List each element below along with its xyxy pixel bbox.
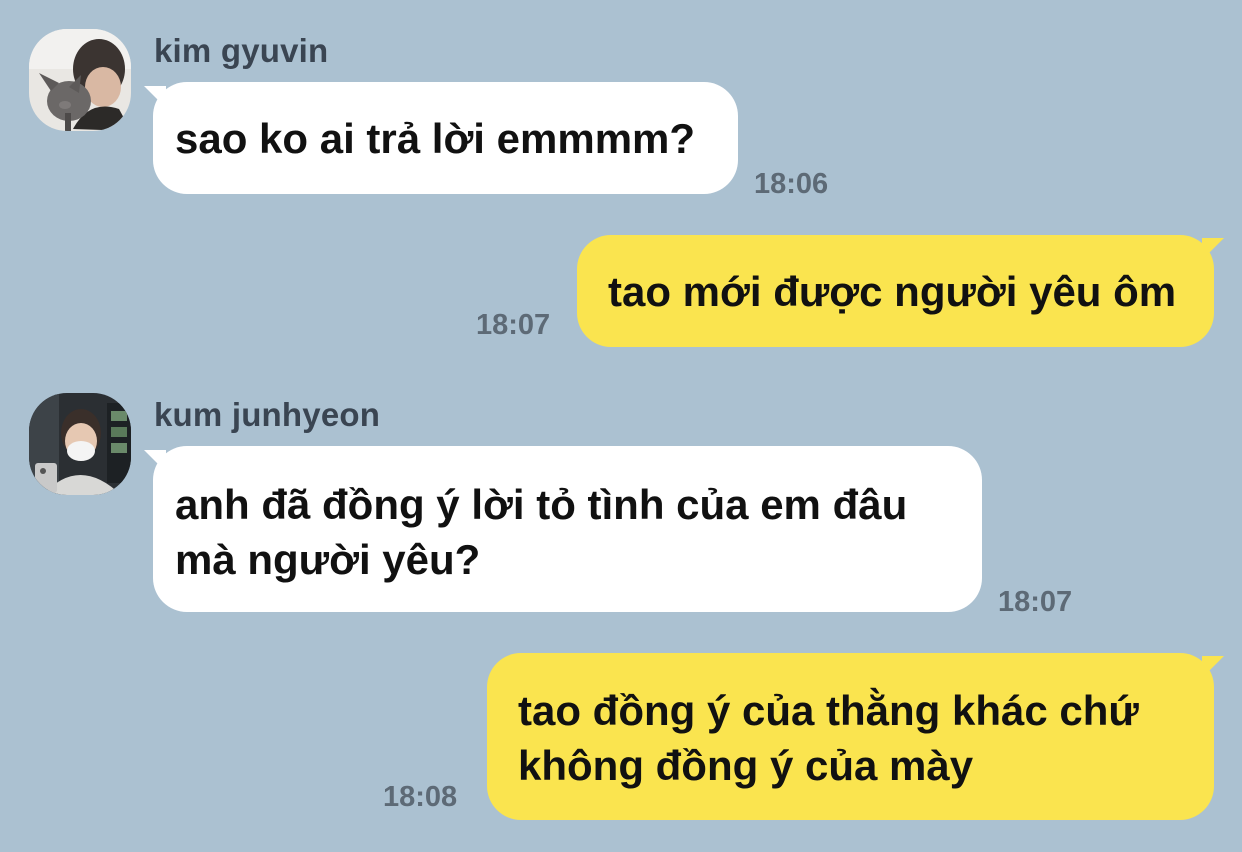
bubble-tail (1202, 238, 1224, 260)
message-text-line: anh đã đồng ý lời tỏ tình của em đâu (175, 481, 908, 528)
message-text: tao mới được người yêu ôm (608, 268, 1177, 315)
message-text: sao ko ai trả lời emmmm? (175, 115, 696, 162)
message-timestamp: 18:07 (476, 309, 551, 341)
chat-message-list[interactable]: kim gyuvin sao ko ai trả lời emmmm? 18:0… (0, 0, 1242, 852)
message-bubble[interactable]: tao mới được người yêu ôm (577, 235, 1214, 347)
message-timestamp: 18:08 (383, 781, 458, 813)
message-bubble[interactable]: sao ko ai trả lời emmmm? (153, 82, 738, 194)
sender-name: kim gyuvin (154, 32, 329, 69)
sender-name: kum junhyeon (154, 396, 381, 433)
avatar-kum-junhyeon[interactable] (29, 393, 131, 495)
message-text-line: không đồng ý của mày (518, 742, 974, 789)
bubble-tail (1202, 656, 1224, 678)
message-timestamp: 18:06 (754, 168, 829, 200)
avatar-kim-gyuvin[interactable] (29, 29, 131, 131)
message-bubble[interactable]: anh đã đồng ý lời tỏ tình của em đâu mà … (153, 446, 982, 612)
user-photo-masked-selfie-icon (29, 393, 131, 495)
message-bubble[interactable]: tao đồng ý của thằng khác chứ không đồng… (487, 653, 1214, 820)
message-text-line: tao đồng ý của thằng khác chứ (518, 687, 1139, 734)
user-photo-with-dog-icon (29, 29, 131, 131)
message-timestamp: 18:07 (998, 586, 1073, 618)
message-text-line: mà người yêu? (175, 536, 481, 583)
